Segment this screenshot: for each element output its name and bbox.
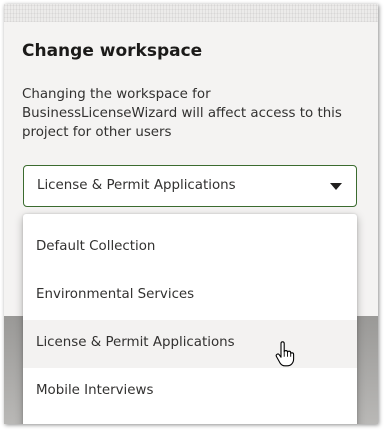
option-label: Mobile Interviews [36,383,154,398]
option-label: Default Collection [36,239,156,254]
option-label: License & Permit Applications [36,335,235,350]
background-texture [4,4,378,22]
chevron-down-icon[interactable] [330,183,342,190]
option-label: Environmental Services [36,287,195,302]
dialog-description: Changing the workspace for BusinessLicen… [22,87,342,140]
option-environmental-services[interactable]: Environmental Services [23,272,357,320]
workspace-dropdown-list: Default Collection Environmental Service… [23,214,357,424]
workspace-select-value: License & Permit Applications [37,178,236,193]
option-mobile-interviews[interactable]: Mobile Interviews [23,368,357,416]
option-license-permit-applications[interactable]: License & Permit Applications [23,320,357,368]
option-default-collection[interactable]: Default Collection [23,224,357,272]
window-frame: Change workspace Changing the workspace … [4,4,378,424]
workspace-select[interactable]: License & Permit Applications [23,165,357,207]
dialog-title: Change workspace [22,41,203,61]
hand-pointer-icon [275,341,295,367]
